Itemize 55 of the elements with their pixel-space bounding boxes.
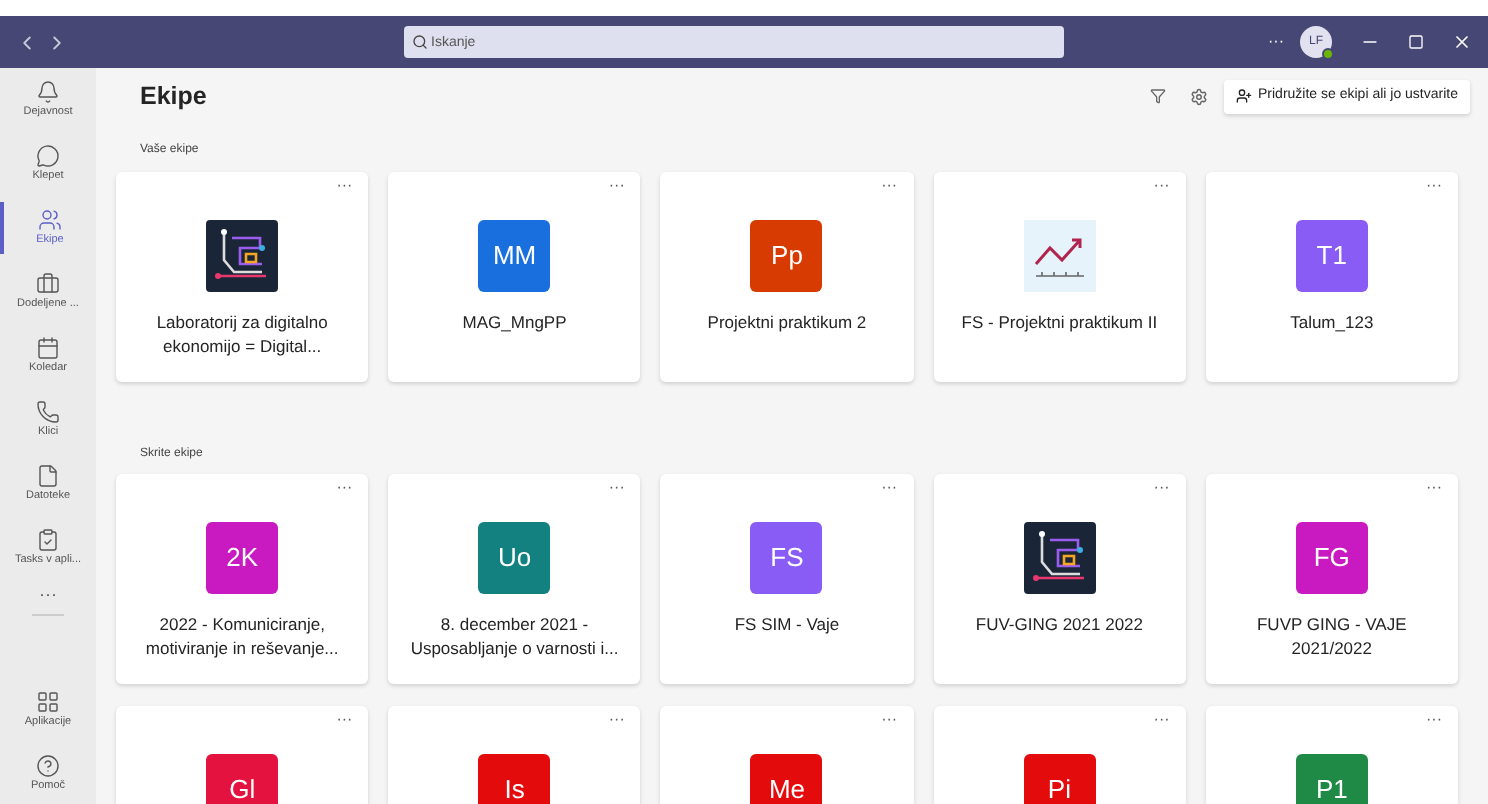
team-card[interactable]: ··· Gl (116, 706, 369, 804)
team-card[interactable]: ··· P1 (1205, 706, 1458, 804)
more-options-icon[interactable]: ··· (336, 712, 353, 728)
more-options-icon[interactable]: ··· (881, 712, 898, 728)
team-card[interactable]: ··· MM MAG_MngPP (388, 172, 641, 382)
team-card[interactable]: ··· FG FUVP GING - VAJE 2021/2022 (1205, 474, 1458, 684)
team-avatar: MM (478, 220, 551, 292)
team-card[interactable]: ··· T1 Talum_123 (1205, 172, 1458, 382)
team-avatar: Gl (206, 754, 279, 804)
team-name: Laboratorij za digitalno ekonomijo = Digital... (154, 310, 330, 358)
team-avatar: Pi (1023, 754, 1096, 804)
team-name: 8. december 2021 - Usposabljanje o varnosti i... (408, 612, 621, 660)
team-card[interactable]: ··· Pp Projektni praktikum 2 (660, 172, 914, 382)
team-card[interactable]: ··· Is (388, 706, 641, 804)
team-avatar: 2K (206, 522, 279, 594)
team-name: FS SIM - Vaje (734, 612, 840, 636)
team-avatar: P1 (1295, 754, 1368, 804)
more-options-icon[interactable]: ··· (1153, 712, 1170, 728)
team-card[interactable]: ··· 2K 2022 - Komuniciranje, motiviranje in reševanje... (116, 474, 369, 684)
team-card[interactable]: ··· Pi (933, 706, 1186, 804)
team-card[interactable]: ··· FS FS SIM - Vaje (660, 474, 914, 684)
team-name: FS - Projektni praktikum II (961, 310, 1158, 334)
more-apps-icon[interactable]: ··· (39, 586, 57, 602)
more-options-icon[interactable]: ··· (1153, 178, 1170, 194)
more-options-icon[interactable]: ··· (608, 712, 625, 728)
team-name: FUVP GING - VAJE 2021/2022 (1254, 612, 1409, 660)
more-options-icon[interactable]: ··· (1268, 30, 1284, 54)
more-options-icon[interactable]: ··· (1425, 178, 1442, 194)
more-options-icon[interactable]: ··· (608, 480, 625, 496)
page-title: Ekipe (140, 79, 207, 114)
team-name: Talum_123 (1290, 310, 1374, 334)
team-avatar: Pp (750, 220, 823, 292)
more-options-icon[interactable]: ··· (1425, 480, 1442, 496)
team-avatar: Uo (478, 522, 551, 594)
team-name: Projektni praktikum 2 (707, 310, 867, 334)
more-options-icon[interactable]: ··· (336, 480, 353, 496)
team-avatar: FG (1295, 522, 1368, 594)
more-options-icon[interactable]: ··· (336, 178, 353, 194)
team-name: 2022 - Komuniciranje, motiviranje in reševanje... (143, 612, 341, 660)
team-name: MAG_MngPP (462, 310, 567, 334)
more-options-icon[interactable]: ··· (1153, 480, 1170, 496)
team-card[interactable]: ··· Me (660, 706, 914, 804)
team-card[interactable]: ··· Laboratorij za digitalno ekonomijo = Digital... (116, 172, 369, 382)
team-card[interactable]: ··· Uo 8. december 2021 - Usposabljanje o varnosti i... (388, 474, 641, 684)
team-name: FUV-GING 2021 2022 (975, 612, 1144, 636)
more-options-icon[interactable]: ··· (1425, 712, 1442, 728)
team-avatar: FS (750, 522, 823, 594)
team-avatar: Is (478, 754, 551, 804)
more-options-icon[interactable]: ··· (608, 178, 625, 194)
team-card[interactable]: ··· FS - Projektni praktikum II (933, 172, 1186, 382)
team-avatar: T1 (1295, 220, 1368, 292)
more-options-icon[interactable]: ··· (881, 178, 898, 194)
team-card[interactable]: ··· FUV-GING 2021 2022 (933, 474, 1186, 684)
more-options-icon[interactable]: ··· (881, 480, 898, 496)
team-avatar: Me (750, 754, 823, 804)
